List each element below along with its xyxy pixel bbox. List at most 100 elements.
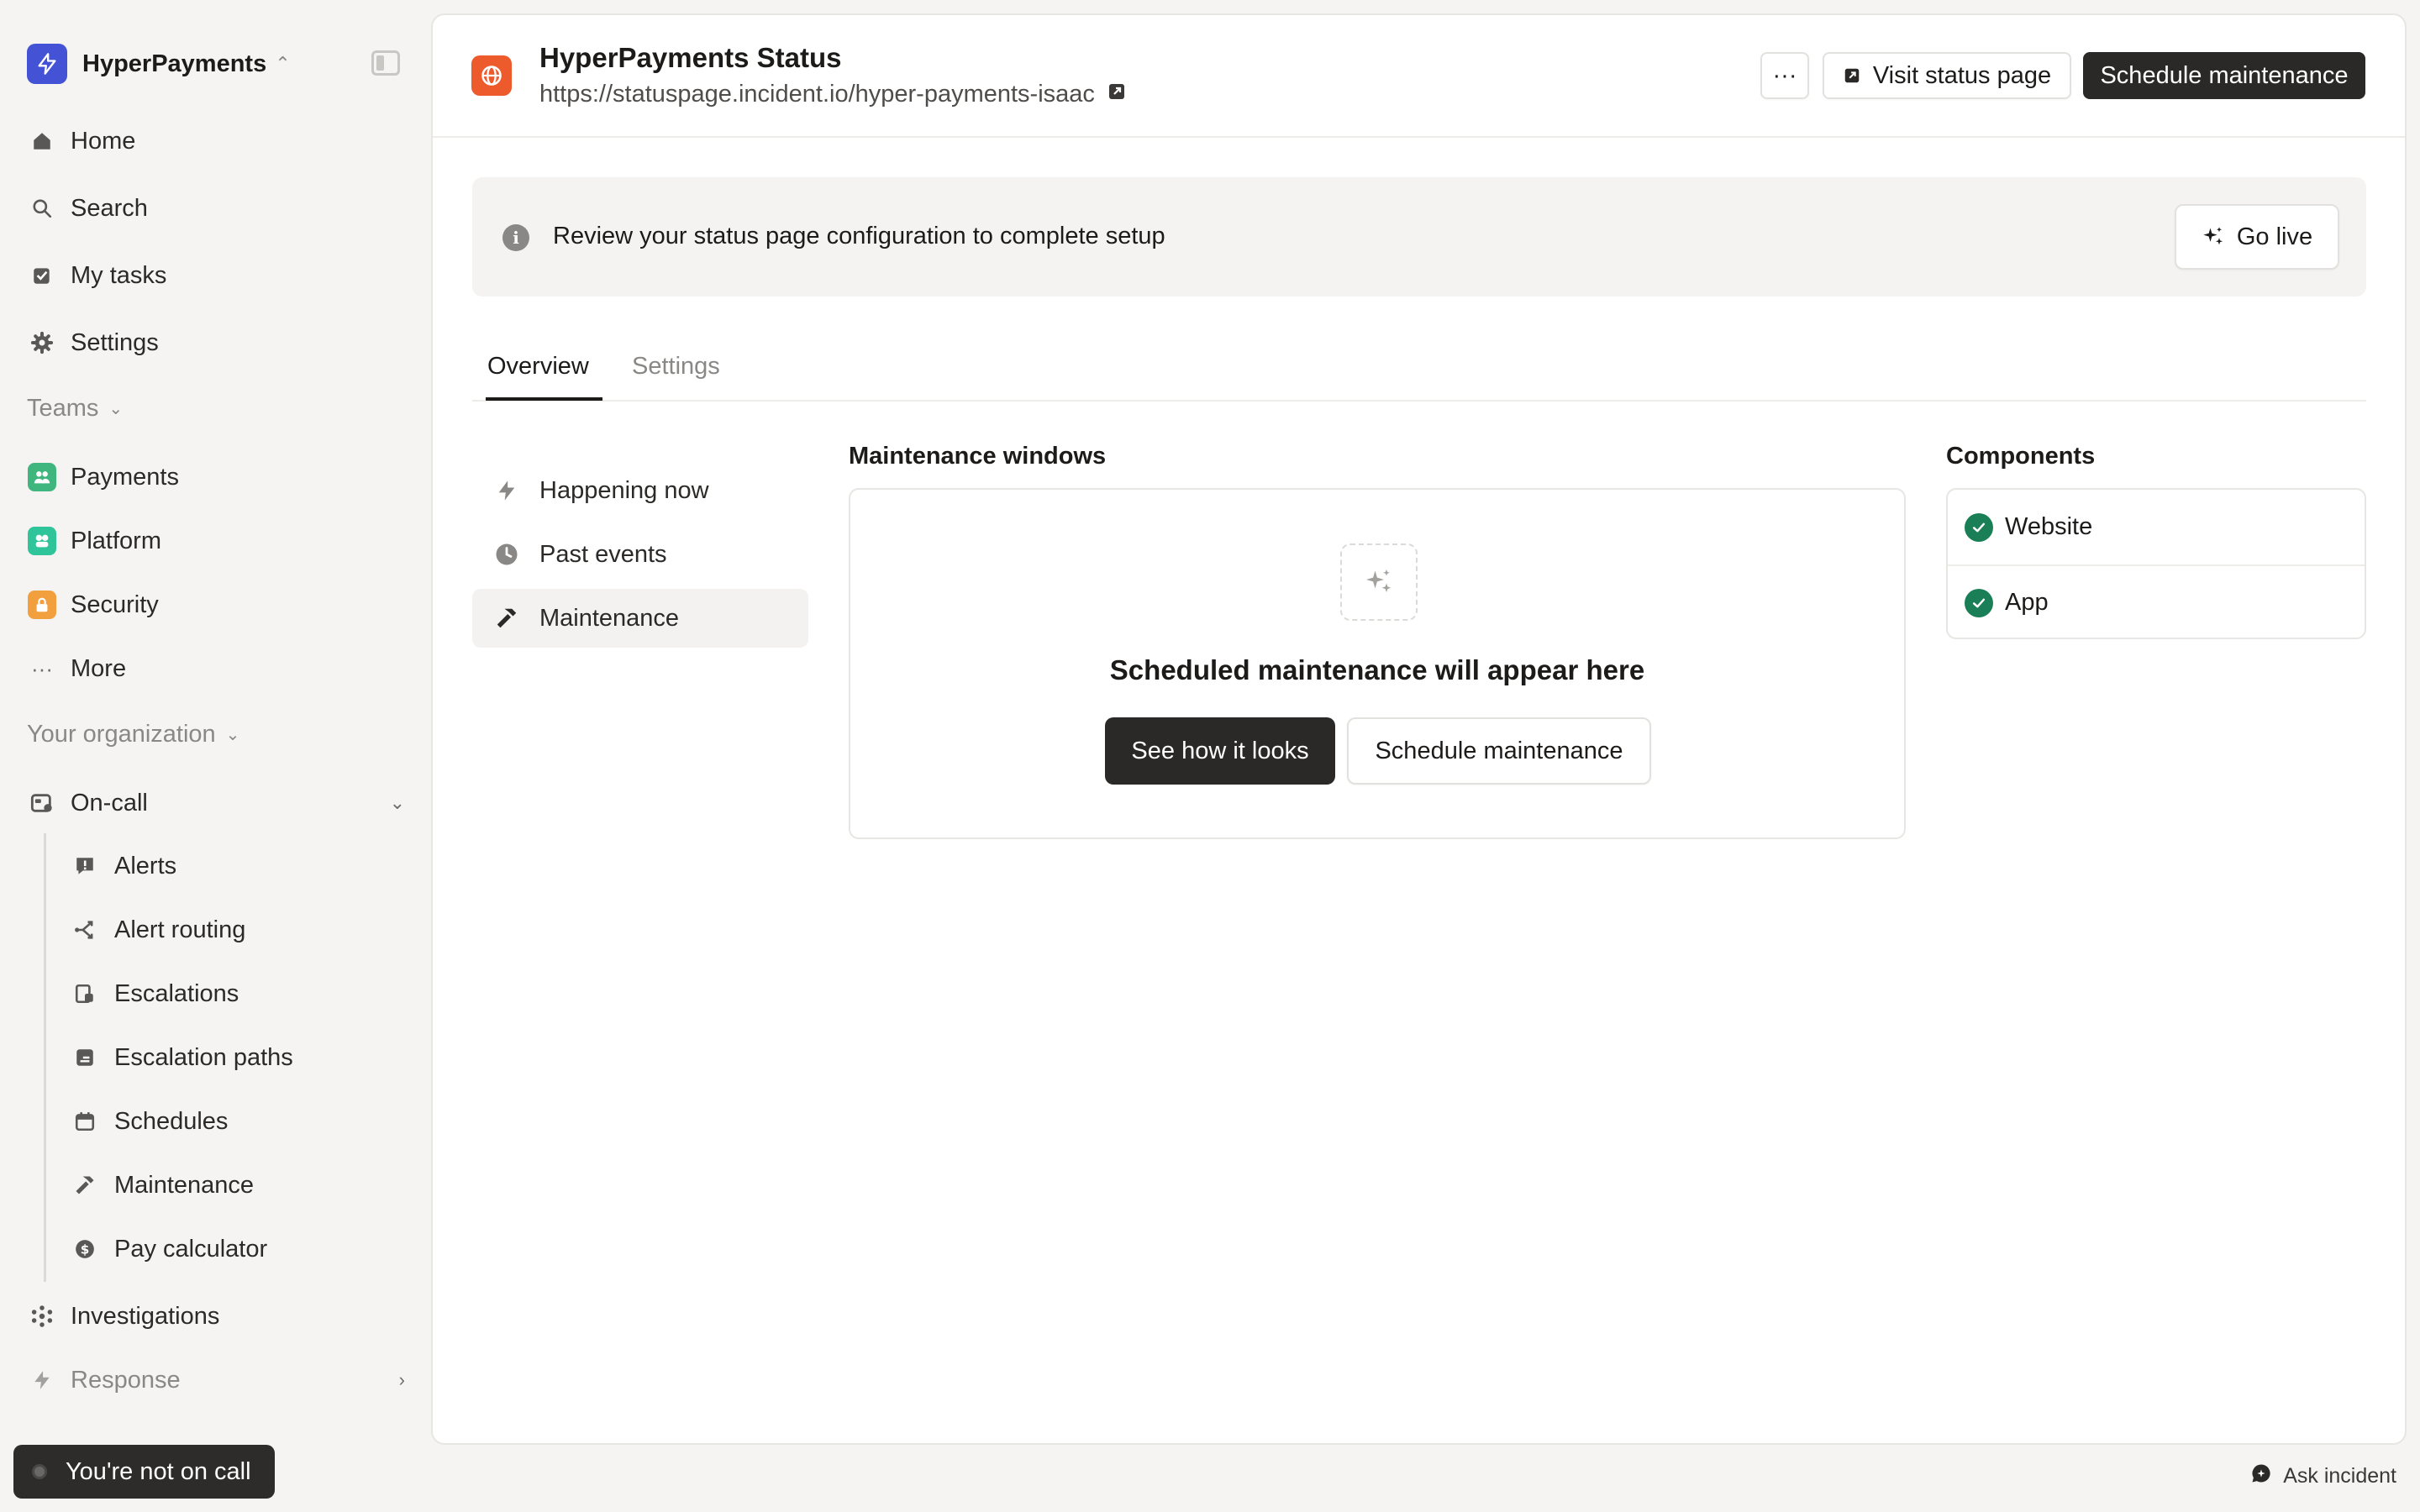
org-section[interactable]: Your organization ⌄ [27, 721, 239, 748]
nav-schedules[interactable]: Schedules [71, 1098, 228, 1145]
maintenance-windows-title: Maintenance windows [849, 443, 1107, 470]
component-row[interactable]: App [1948, 564, 2365, 638]
status-dot-icon [32, 1464, 47, 1479]
subnav-past-events-label: Past events [539, 540, 667, 568]
ask-incident-label: Ask incident [2283, 1464, 2396, 1488]
tab-overview-label: Overview [487, 353, 589, 380]
go-live-button[interactable]: Go live [2175, 204, 2339, 270]
tab-settings[interactable]: Settings [632, 353, 720, 397]
nav-oncall-label: On-call [71, 789, 148, 816]
nav-my-tasks-label: My tasks [71, 261, 167, 289]
nav-search[interactable]: Search [27, 185, 405, 232]
gear-icon [27, 328, 57, 358]
schedule-maintenance-label: Schedule maintenance [1375, 737, 1623, 764]
nav-escalations-label: Escalations [114, 979, 239, 1007]
more-dots-icon: ··· [31, 655, 53, 681]
team-platform-icon [28, 527, 56, 555]
team-payments-label: Payments [71, 463, 179, 491]
maintenance-empty-state: Scheduled maintenance will appear here S… [849, 488, 1906, 839]
team-platform[interactable]: Platform [27, 517, 405, 564]
tab-overview[interactable]: Overview [486, 353, 602, 401]
sidebar: HyperPayments ⌃ Home Search My tasks Set… [0, 0, 430, 1512]
oncall-status-button[interactable]: You're not on call [13, 1445, 275, 1499]
nav-pay-calculator[interactable]: $ Pay calculator [71, 1226, 267, 1273]
team-payments[interactable]: Payments [27, 454, 405, 501]
search-icon [27, 193, 57, 223]
more-actions-label: ··· [1772, 61, 1797, 89]
setup-banner-text: Review your status page configuration to… [553, 223, 1165, 249]
nav-maintenance-label: Maintenance [114, 1171, 255, 1199]
routing-icon [71, 916, 99, 944]
team-payments-icon [28, 463, 56, 491]
check-circle-icon [1965, 588, 1993, 617]
external-link-icon [1843, 66, 1861, 85]
schedule-maintenance-header-button[interactable]: Schedule maintenance [2083, 52, 2365, 99]
component-row[interactable]: Website [1948, 490, 2365, 564]
nav-more-label: More [71, 654, 127, 682]
nav-response-label: Response [71, 1366, 181, 1394]
teams-label: Teams [27, 395, 99, 422]
chevron-down-icon: ⌄ [225, 726, 240, 744]
see-how-it-looks-button[interactable]: See how it looks [1105, 717, 1335, 785]
org-section-label: Your organization [27, 721, 216, 748]
components-list: Website App [1946, 488, 2366, 639]
org-name: HyperPayments [82, 50, 267, 77]
nav-escalations[interactable]: Escalations [71, 970, 239, 1017]
org-logo [27, 44, 67, 84]
chevron-right-icon: › [398, 1369, 405, 1390]
nav-alert-routing[interactable]: Alert routing [71, 906, 245, 953]
nav-home[interactable]: Home [27, 118, 405, 165]
setup-banner: i Review your status page configuration … [472, 177, 2366, 297]
hammer-icon [492, 604, 521, 633]
more-actions-button[interactable]: ··· [1760, 52, 1809, 99]
nav-oncall[interactable]: On-call ⌄ [27, 780, 405, 827]
page-title: HyperPayments Status [539, 42, 842, 73]
go-live-label: Go live [2236, 223, 2313, 250]
subnav-happening-now[interactable]: Happening now [472, 461, 808, 520]
nav-escalation-paths-label: Escalation paths [114, 1043, 293, 1071]
nav-maintenance[interactable]: Maintenance [71, 1162, 254, 1209]
status-page-url-link[interactable]: https://statuspage.incident.io/hyper-pay… [539, 81, 1127, 108]
nav-response[interactable]: Response › [27, 1357, 405, 1404]
nav-more[interactable]: ··· More [27, 645, 405, 692]
team-security[interactable]: Security [27, 581, 405, 628]
clock-icon [492, 540, 521, 569]
component-name: Website [2005, 513, 2093, 540]
sidebar-toggle-icon[interactable] [371, 50, 400, 76]
bolt-icon [27, 1365, 57, 1395]
nav-settings[interactable]: Settings [27, 319, 405, 366]
schedule-maintenance-button[interactable]: Schedule maintenance [1347, 717, 1651, 785]
nav-schedules-label: Schedules [114, 1107, 229, 1135]
alert-icon [71, 852, 99, 880]
nav-investigations[interactable]: Investigations [27, 1293, 405, 1340]
check-circle-icon [1965, 512, 1993, 542]
schedule-maintenance-header-label: Schedule maintenance [2100, 61, 2349, 89]
components-title: Components [1946, 443, 2096, 470]
page-tabs: Overview Settings [472, 334, 2366, 402]
tab-settings-label: Settings [632, 353, 720, 380]
subnav-past-events[interactable]: Past events [472, 525, 808, 584]
chevron-down-icon: ⌄ [389, 792, 405, 813]
nav-my-tasks[interactable]: My tasks [27, 252, 405, 299]
svg-text:$: $ [81, 1242, 90, 1257]
team-security-label: Security [71, 591, 159, 618]
ask-incident-button[interactable]: Ask incident [2249, 1462, 2396, 1491]
nav-escalation-paths[interactable]: Escalation paths [71, 1034, 293, 1081]
org-switcher[interactable]: HyperPayments ⌃ [27, 44, 291, 84]
bolt-icon [38, 53, 56, 75]
home-icon [27, 126, 57, 156]
nav-alerts[interactable]: Alerts [71, 843, 176, 890]
subnav-happening-now-label: Happening now [539, 476, 709, 504]
globe-icon [471, 55, 512, 96]
oncall-icon [27, 788, 57, 818]
subnav-maintenance[interactable]: Maintenance [472, 589, 808, 648]
visit-status-page-button[interactable]: Visit status page [1823, 52, 2071, 99]
teams-section[interactable]: Teams ⌄ [27, 395, 123, 423]
page-header: HyperPayments Status https://statuspage.… [433, 15, 2405, 138]
info-icon: i [502, 224, 529, 251]
sparkle-icon [2202, 225, 2225, 249]
nav-home-label: Home [71, 127, 136, 155]
visit-status-page-label: Visit status page [1872, 61, 2052, 89]
investigations-icon [27, 1301, 57, 1331]
subnav-maintenance-label: Maintenance [539, 604, 680, 632]
